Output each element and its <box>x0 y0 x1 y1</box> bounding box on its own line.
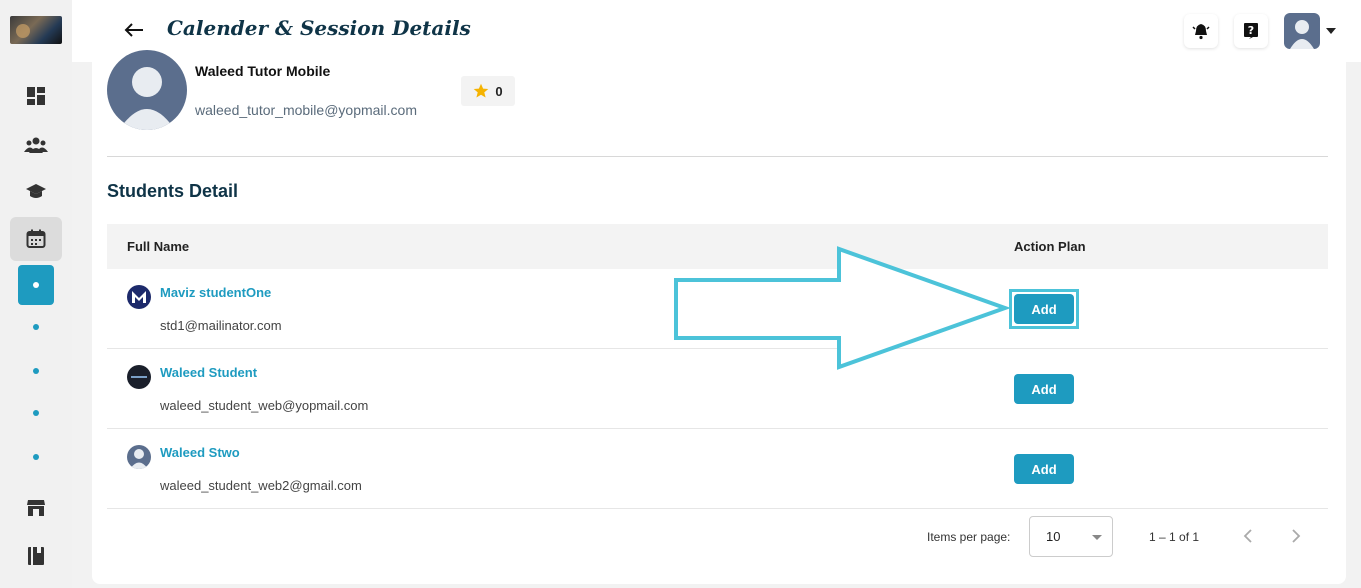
sidebar <box>0 0 72 588</box>
subnav-item-3[interactable] <box>18 351 54 391</box>
student-email: std1@mailinator.com <box>160 318 282 333</box>
star-icon <box>474 83 489 98</box>
user-avatar[interactable] <box>1284 13 1320 49</box>
student-name[interactable]: Maviz studentOne <box>160 285 271 300</box>
student-name[interactable]: Waleed Student <box>160 365 257 380</box>
section-title: Students Detail <box>107 181 239 201</box>
users-icon[interactable] <box>10 123 62 167</box>
items-per-page-select[interactable]: 10 <box>1029 516 1113 557</box>
dot-icon <box>33 368 39 374</box>
subnav-item-1[interactable] <box>18 265 54 305</box>
student-avatar <box>127 285 151 309</box>
previous-page-icon[interactable] <box>1238 526 1258 546</box>
dashboard-icon[interactable] <box>10 74 62 118</box>
student-email: waleed_student_web2@gmail.com <box>160 478 362 493</box>
add-action-plan-button[interactable]: Add <box>1014 374 1074 404</box>
calendar-icon[interactable] <box>10 217 62 261</box>
page-title: Calender & Session Details <box>167 16 471 40</box>
help-icon[interactable]: ? <box>1234 14 1268 48</box>
student-avatar <box>127 445 151 469</box>
student-email: waleed_student_web@yopmail.com <box>160 398 369 413</box>
subnav-item-5[interactable] <box>18 437 54 477</box>
chevron-down-icon[interactable] <box>1326 28 1336 34</box>
divider <box>107 156 1328 157</box>
tutor-name: Waleed Tutor Mobile <box>195 63 331 79</box>
rating-value: 0 <box>495 83 503 99</box>
notification-bell-icon[interactable] <box>1184 14 1218 48</box>
subnav-item-4[interactable] <box>18 393 54 433</box>
svg-text:?: ? <box>1248 24 1254 37</box>
student-name[interactable]: Waleed Stwo <box>160 445 240 460</box>
book-icon[interactable] <box>10 534 62 578</box>
graduation-cap-icon[interactable] <box>10 170 62 214</box>
tutor-email: waleed_tutor_mobile@yopmail.com <box>195 102 417 118</box>
next-page-icon[interactable] <box>1286 526 1306 546</box>
column-header-action-plan: Action Plan <box>1014 239 1086 254</box>
app-logo[interactable] <box>10 16 62 44</box>
rating-badge: 0 <box>461 76 515 106</box>
dot-icon <box>33 454 39 460</box>
chevron-down-icon <box>1092 535 1102 540</box>
add-action-plan-button[interactable]: Add <box>1014 294 1074 324</box>
pagination-range: 1 – 1 of 1 <box>1149 530 1200 544</box>
add-action-plan-button[interactable]: Add <box>1014 454 1074 484</box>
annotation-arrow-icon <box>674 246 1011 370</box>
student-avatar <box>127 365 151 389</box>
store-icon[interactable] <box>10 486 62 530</box>
items-per-page-value: 10 <box>1046 529 1061 544</box>
back-arrow-icon[interactable] <box>122 18 146 42</box>
column-header-name: Full Name <box>127 239 190 254</box>
table-row: Waleed Stwo waleed_student_web2@gmail.co… <box>107 429 1328 509</box>
top-header: Calender & Session Details ? <box>72 0 1361 62</box>
tutor-avatar <box>107 50 187 130</box>
items-per-page-label: Items per page: <box>927 530 1011 544</box>
dot-icon <box>33 324 39 330</box>
subnav-item-2[interactable] <box>18 307 54 347</box>
dot-icon <box>33 410 39 416</box>
dot-icon <box>33 282 39 288</box>
